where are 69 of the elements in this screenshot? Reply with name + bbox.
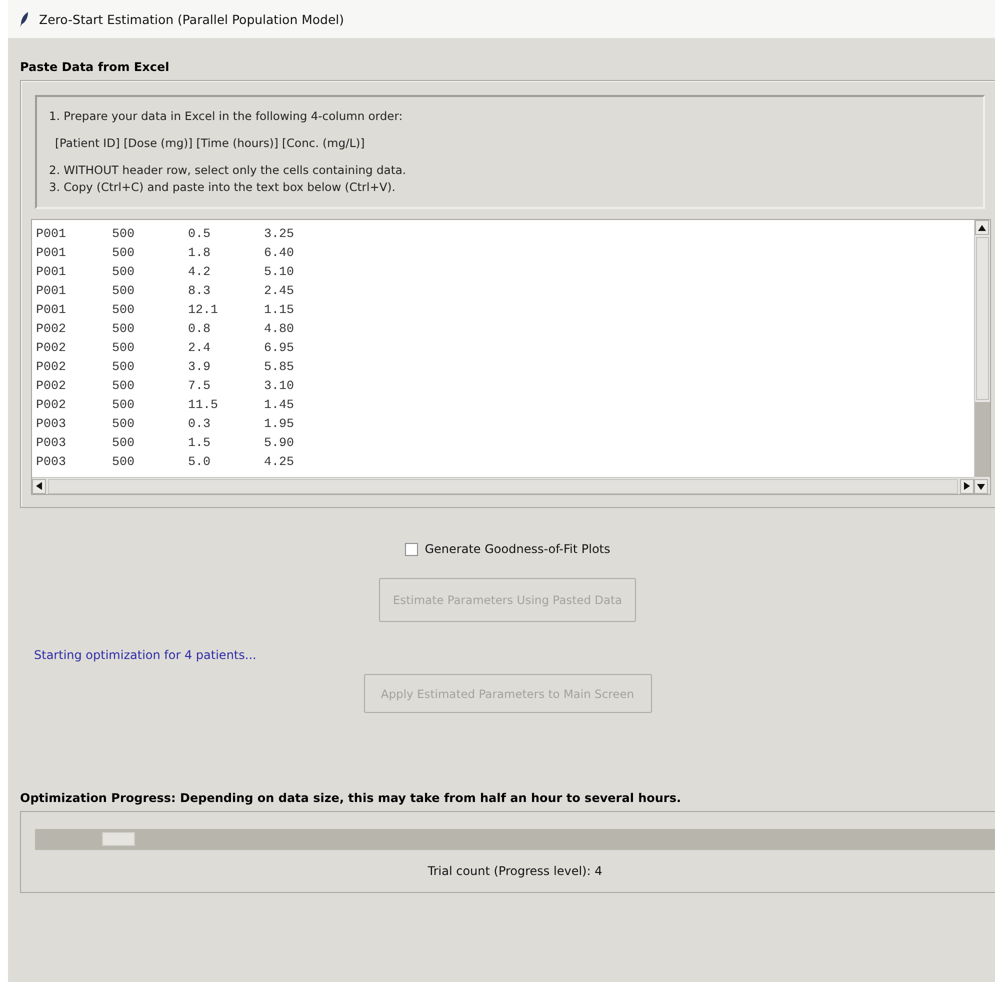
data-value: P003: [36, 416, 68, 430]
data-value: 1.45: [264, 398, 296, 412]
data-value: 4.80: [264, 322, 296, 336]
instruction-text: 1. Prepare your data in Excel in the following 4-column order:: [49, 109, 403, 124]
data-value: 500: [112, 226, 136, 240]
data-value: 5.10: [264, 264, 296, 278]
down-arrow-icon[interactable]: [977, 482, 985, 490]
data-value: 1.95: [264, 416, 296, 430]
data-value: 500: [112, 436, 136, 450]
data-value: 5.90: [264, 436, 296, 450]
data-value: 1.15: [264, 302, 296, 316]
data-value: P001: [36, 302, 68, 316]
section-title: Paste Data from Excel: [20, 60, 170, 74]
data-value: 500: [112, 284, 136, 298]
data-value: P002: [36, 378, 68, 392]
data-value: 1.8: [188, 246, 212, 260]
data-value: 3.25: [264, 226, 296, 240]
data-value: 12.1: [188, 302, 220, 316]
data-value: 3.9: [188, 360, 212, 374]
data-value: 500: [112, 246, 136, 260]
data-value: 11.5: [188, 398, 220, 412]
data-value: P001: [36, 284, 68, 298]
up-arrow-icon[interactable]: [978, 224, 986, 232]
data-value: P003: [36, 436, 68, 450]
data-value: P002: [36, 340, 68, 354]
data-value: 4.25: [264, 454, 296, 468]
data-value: P001: [36, 246, 68, 260]
instruction-text: [Patient ID] [Dose (mg)] [Time (hours)] [Conc. (mg/L)]: [54, 136, 365, 151]
data-value: 500: [112, 322, 136, 336]
window-title: Zero-Start Estimation (Parallel Population Model): [39, 12, 344, 26]
status-message: Starting optimization for 4 patients...: [34, 648, 256, 662]
data-value: P002: [36, 322, 68, 336]
feather-icon: [20, 12, 29, 26]
data-value: 0.3: [188, 416, 212, 430]
data-value: P001: [36, 226, 68, 240]
data-value: 500: [112, 398, 136, 412]
right-arrow-icon[interactable]: [963, 482, 971, 490]
data-value: 2.45: [264, 284, 296, 298]
data-value: 1.5: [188, 436, 212, 450]
vertical-scrollbar[interactable]: [974, 220, 990, 477]
progress-caption: Trial count (Progress level): 4: [428, 864, 602, 878]
data-value: 500: [112, 340, 136, 354]
data-value: 5.0: [188, 454, 212, 468]
data-value: 3.10: [264, 378, 296, 392]
data-value: 500: [112, 302, 136, 316]
data-value: 500: [112, 378, 136, 392]
data-value: P003: [36, 454, 68, 468]
horizontal-scrollbar[interactable]: [32, 477, 974, 494]
data-value: P002: [36, 398, 68, 412]
data-value: 6.40: [264, 246, 296, 260]
checkbox[interactable]: [404, 542, 418, 556]
data-value: 0.8: [188, 322, 212, 336]
data-value: 500: [112, 454, 136, 468]
instruction-text: 3. Copy (Ctrl+C) and paste into the text box below (Ctrl+V).: [49, 180, 396, 195]
data-value: P001: [36, 264, 68, 278]
section-title: Optimization Progress: Depending on data size, this may take from half an hour to several hours.: [20, 791, 682, 805]
left-arrow-icon[interactable]: [35, 482, 43, 490]
instruction-text: 2. WITHOUT header row, select only the cells containing data.: [49, 163, 406, 178]
data-value: 500: [112, 264, 136, 278]
data-value: 2.4: [188, 340, 212, 354]
data-value: 8.3: [188, 284, 212, 298]
data-value: 4.2: [188, 264, 212, 278]
data-value: 0.5: [188, 226, 212, 240]
data-value: 500: [112, 416, 136, 430]
data-value: P002: [36, 360, 68, 374]
data-value: 6.95: [264, 340, 296, 354]
data-value: 5.85: [264, 360, 296, 374]
data-value: 500: [112, 360, 136, 374]
data-value: 7.5: [188, 378, 212, 392]
